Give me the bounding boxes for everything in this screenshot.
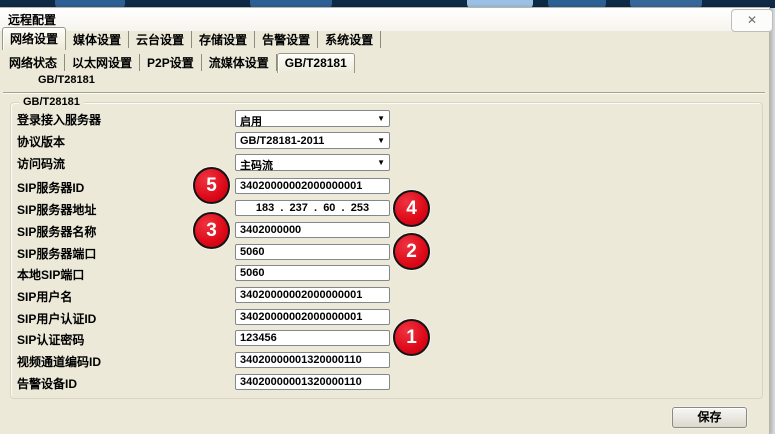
annotation-badge-4: 4 xyxy=(393,190,430,227)
select-value: 启用 xyxy=(240,113,262,129)
field-label: SIP认证密码 xyxy=(17,331,84,348)
form-row: 本地SIP端口 xyxy=(11,265,762,283)
tab-network-settings[interactable]: 网络设置 xyxy=(2,27,66,50)
annotation-badge-3: 3 xyxy=(193,212,230,249)
sip-auth-password-input[interactable] xyxy=(235,330,390,346)
tab-p2p-settings[interactable]: P2P设置 xyxy=(140,54,202,71)
tab-media-settings[interactable]: 媒体设置 xyxy=(66,31,129,48)
sip-server-port-input[interactable] xyxy=(235,244,390,260)
tab-bar-level2: 网络状态 以太网设置 P2P设置 流媒体设置 GB/T28181 xyxy=(2,53,355,72)
form-row: SIP服务器ID xyxy=(11,178,762,196)
tab-storage-settings[interactable]: 存储设置 xyxy=(192,31,255,48)
tab-bar-level1: 网络设置 媒体设置 云台设置 存储设置 告警设置 系统设置 xyxy=(2,31,381,49)
sip-username-input[interactable] xyxy=(235,287,390,303)
form-row: 登录接入服务器 启用 ▼ xyxy=(11,110,762,128)
tab-stream-media-settings[interactable]: 流媒体设置 xyxy=(202,54,277,71)
form-row: SIP服务器名称 xyxy=(11,222,762,240)
separator-line xyxy=(3,92,765,94)
field-label: 本地SIP端口 xyxy=(17,266,84,283)
field-label: SIP服务器地址 xyxy=(17,201,96,218)
field-label: SIP用户名 xyxy=(17,288,72,305)
annotation-badge-2: 2 xyxy=(393,233,430,270)
video-channel-encode-id-input[interactable] xyxy=(235,352,390,368)
tab-alarm-settings[interactable]: 告警设置 xyxy=(255,31,318,48)
form-row: SIP用户名 xyxy=(11,287,762,305)
form-row: 协议版本 GB/T28181-2011 ▼ xyxy=(11,132,762,150)
form-row: 告警设备ID xyxy=(11,374,762,392)
sip-server-address-input[interactable] xyxy=(235,200,390,216)
field-label: SIP服务器端口 xyxy=(17,245,96,262)
close-icon: ✕ xyxy=(747,13,757,27)
field-label: 告警设备ID xyxy=(17,375,77,392)
dropdown-arrow-icon: ▼ xyxy=(377,114,385,123)
form-row: 访问码流 主码流 ▼ xyxy=(11,154,762,172)
sip-user-auth-id-input[interactable] xyxy=(235,309,390,325)
access-stream-select[interactable]: 主码流 ▼ xyxy=(235,154,390,171)
field-label: SIP服务器ID xyxy=(17,179,84,196)
select-value: 主码流 xyxy=(240,157,273,173)
close-button[interactable]: ✕ xyxy=(731,9,773,32)
sip-server-id-input[interactable] xyxy=(235,178,390,194)
groupbox-legend: GB/T28181 xyxy=(19,96,84,108)
login-access-server-select[interactable]: 启用 ▼ xyxy=(235,110,390,127)
field-label: SIP服务器名称 xyxy=(17,223,96,240)
annotation-badge-5: 5 xyxy=(193,167,230,204)
field-label: 视频通道编码ID xyxy=(17,353,101,370)
title-bar: 远程配置 ✕ xyxy=(0,8,769,31)
form-row: SIP服务器端口 xyxy=(11,244,762,262)
form-row: SIP认证密码 xyxy=(11,330,762,348)
protocol-version-select[interactable]: GB/T28181-2011 ▼ xyxy=(235,132,390,149)
field-label: SIP用户认证ID xyxy=(17,310,96,327)
save-button[interactable]: 保存 xyxy=(672,407,747,428)
field-label: 协议版本 xyxy=(17,133,65,150)
dialog-title: 远程配置 xyxy=(8,11,56,28)
tab-gbt28181[interactable]: GB/T28181 xyxy=(277,53,355,73)
form-row: SIP用户认证ID xyxy=(11,309,762,327)
alarm-device-id-input[interactable] xyxy=(235,374,390,390)
remote-config-dialog: 远程配置 ✕ 网络设置 媒体设置 云台设置 存储设置 告警设置 系统设置 网络状… xyxy=(0,7,770,434)
field-label: 登录接入服务器 xyxy=(17,111,101,128)
tab-network-status[interactable]: 网络状态 xyxy=(2,54,65,71)
page-sub-label: GB/T28181 xyxy=(38,74,95,86)
local-sip-port-input[interactable] xyxy=(235,265,390,281)
screen: { "window": { "title": "远程配置", "close_la… xyxy=(0,0,775,434)
dropdown-arrow-icon: ▼ xyxy=(377,158,385,167)
field-label: 访问码流 xyxy=(17,155,65,172)
annotation-badge-1: 1 xyxy=(393,319,430,356)
gbt28181-groupbox: GB/T28181 登录接入服务器 启用 ▼ 协议版本 GB/T28181-20… xyxy=(10,102,763,399)
tab-system-settings[interactable]: 系统设置 xyxy=(318,31,381,48)
sip-server-name-input[interactable] xyxy=(235,222,390,238)
dropdown-arrow-icon: ▼ xyxy=(377,136,385,145)
form-row: SIP服务器地址 xyxy=(11,200,762,218)
tab-ethernet-settings[interactable]: 以太网设置 xyxy=(65,54,140,71)
select-value: GB/T28181-2011 xyxy=(240,135,324,147)
form-row: 视频通道编码ID xyxy=(11,352,762,370)
tab-ptz-settings[interactable]: 云台设置 xyxy=(129,31,192,48)
